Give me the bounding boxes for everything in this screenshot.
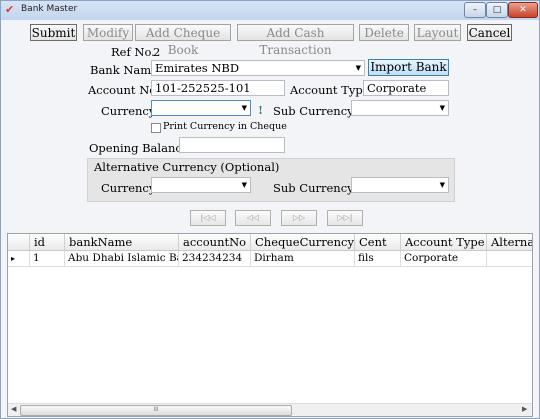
column-header-accountno[interactable]: accountNo [179,234,251,250]
close-button[interactable]: ✕ [508,2,538,18]
opening-balance-field[interactable] [179,137,285,153]
sub-currency-label: Sub Currency: [273,104,358,118]
chevron-down-icon: ▼ [439,104,445,112]
alt-sub-currency-combo[interactable]: ▼ [351,177,449,193]
title-bar[interactable]: ✔ Bank Master – □ ✕ [1,1,539,20]
column-header-chequecurrency[interactable]: ChequeCurrency [251,234,355,250]
chevron-down-icon: ▼ [241,104,247,112]
form-area: Submit Modify Add Cheque Book Add Cash T… [1,20,539,418]
column-header-alternative[interactable]: Alternati [487,234,532,250]
print-currency-label: Print Currency in Cheque [163,121,287,132]
cell-chequecurrency[interactable]: Dirham [251,251,355,266]
alt-currency-label: Currency [101,181,156,195]
bank-name-combo[interactable]: Emirates NBD ▼ [151,60,365,76]
cell-bankname[interactable]: Abu Dhabi Islamic Bank [65,251,179,266]
previous-record-button[interactable]: ◁◁ [235,210,271,226]
opening-balance-label: Opening Balance [89,141,189,155]
row-indicator-header [8,234,30,250]
bank-grid[interactable]: id bankName accountNo ChequeCurrency Cen… [7,233,533,417]
scroll-right-icon[interactable]: ▶ [522,405,527,413]
sub-currency-combo[interactable]: ▼ [351,100,449,116]
cell-alternative[interactable] [487,251,532,266]
add-cash-transaction-button[interactable]: Add Cash Transaction [237,24,354,57]
warning-icon: ! [258,103,264,117]
account-type-label: Account Type: [290,83,374,97]
column-header-bankname[interactable]: bankName [65,234,179,250]
alt-currency-combo[interactable]: ▼ [151,177,251,193]
scroll-left-icon[interactable]: ◀ [11,405,16,413]
first-record-button[interactable]: |◁◁ [190,210,226,226]
currency-combo[interactable]: ▼ [151,100,251,116]
cell-id[interactable]: 1 [30,251,65,266]
layout-button[interactable]: Layout [414,24,461,41]
alternative-currency-legend: Alternative Currency (Optional) [94,160,280,174]
chevron-down-icon: ▼ [241,181,247,189]
account-no-label: Account No. [88,83,160,97]
modify-button[interactable]: Modify [83,24,133,41]
delete-button[interactable]: Delete [359,24,409,41]
minimize-button[interactable]: – [464,2,486,18]
chevron-down-icon: ▼ [355,64,361,72]
submit-button[interactable]: Submit [30,24,77,41]
table-row[interactable]: ▸ 1 Abu Dhabi Islamic Bank 234234234 Dir… [8,251,532,267]
check-icon: ✔ [5,3,15,16]
ref-no-label: Ref No. [111,45,155,59]
next-record-button[interactable]: ▷▷ [281,210,317,226]
currency-label: Currency [101,104,156,118]
bank-name-label: Bank Name [90,63,158,77]
column-header-id[interactable]: id [30,234,65,250]
alt-sub-currency-label: Sub Currency: [273,181,358,195]
bank-master-window: ✔ Bank Master – □ ✕ Submit Modify Add Ch… [0,0,540,419]
horizontal-scrollbar[interactable]: ◀ III ▶ [8,403,532,416]
column-header-cent[interactable]: Cent [355,234,401,250]
cell-account-type[interactable]: Corporate [401,251,487,266]
cancel-button[interactable]: Cancel [467,24,512,41]
grid-header: id bankName accountNo ChequeCurrency Cen… [8,234,532,251]
cell-cent[interactable]: fils [355,251,401,266]
chevron-down-icon: ▼ [439,181,445,189]
ref-no-value: 2 [153,45,161,59]
import-bank-button[interactable]: Import Bank [368,59,449,76]
scrollbar-thumb[interactable]: III [20,405,292,416]
cell-accountno[interactable]: 234234234 [179,251,251,266]
row-selector-icon: ▸ [8,251,30,266]
window-title: Bank Master [21,4,78,14]
last-record-button[interactable]: ▷▷| [327,210,363,226]
account-type-field[interactable]: Corporate [363,80,449,96]
column-header-account-type[interactable]: Account Type [401,234,487,250]
account-no-field[interactable]: 101-252525-101 [151,80,285,96]
maximize-button[interactable]: □ [486,2,508,18]
bank-name-value: Emirates NBD [155,61,240,75]
add-cheque-book-button[interactable]: Add Cheque Book [135,24,231,57]
print-currency-checkbox[interactable] [151,123,161,133]
